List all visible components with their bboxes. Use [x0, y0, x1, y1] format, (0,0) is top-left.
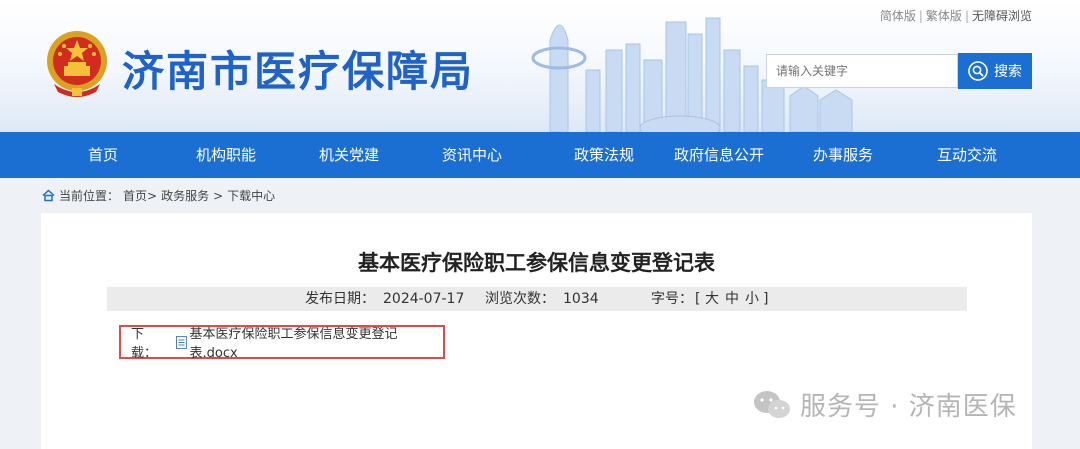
nav-item-party[interactable]: 机关党建	[308, 132, 390, 178]
search-input[interactable]	[766, 54, 958, 88]
font-size-label: 字号：	[651, 291, 693, 307]
home-icon	[42, 189, 55, 202]
font-size-medium[interactable]: 中	[725, 287, 739, 311]
breadcrumb-services[interactable]: 政务服务	[161, 187, 209, 204]
nav-item-organization[interactable]: 机构职能	[185, 132, 267, 178]
font-size-bracket-open: [	[695, 291, 701, 307]
nav-item-home[interactable]: 首页	[62, 132, 144, 178]
accessibility-link[interactable]: 无障碍浏览	[972, 9, 1032, 23]
top-links: 简体版 | 繁体版 | 无障碍浏览	[880, 7, 1032, 24]
search-button-label: 搜索	[994, 64, 1022, 80]
nav-item-services[interactable]: 办事服务	[800, 132, 886, 178]
nav-item-news[interactable]: 资讯中心	[431, 132, 513, 178]
divider: |	[918, 9, 923, 23]
main-nav: 首页 机构职能 机关党建 资讯中心 政策法规 政府信息公开 办事服务 互动交流	[0, 132, 1080, 178]
page-title: 基本医疗保险职工参保信息变更登记表	[358, 251, 715, 275]
download-highlight-box: 下载： 基本医疗保险职工参保信息变更登记表.docx	[119, 323, 445, 361]
watermark-text: 服务号 · 济南医保	[800, 392, 1017, 422]
breadcrumb: 当前位置： 首页> 政务服务 > 下载中心	[42, 187, 275, 204]
download-file-name: 基本医疗保险职工参保信息变更登记表.docx	[189, 327, 398, 361]
nav-item-interaction[interactable]: 互动交流	[924, 132, 1010, 178]
views-label: 浏览次数：	[485, 291, 555, 307]
site-title[interactable]: 济南市医疗保障局	[122, 38, 474, 99]
breadcrumb-prefix: 当前位置：	[59, 189, 120, 203]
divider: |	[964, 9, 969, 23]
breadcrumb-home[interactable]: 首页>	[123, 187, 157, 204]
breadcrumb-download-center[interactable]: 下载中心	[227, 187, 275, 204]
article-meta-bar: 发布日期： 2024-07-17 浏览次数： 1034 字号： [ 大 中 小 …	[107, 287, 967, 311]
national-emblem-icon	[47, 31, 107, 97]
traditional-link[interactable]: 繁体版	[926, 9, 962, 23]
search-button[interactable]: 搜索	[958, 53, 1032, 89]
docx-file-icon	[175, 335, 187, 349]
nav-item-policy[interactable]: 政策法规	[554, 132, 654, 178]
font-size-small[interactable]: 小	[745, 287, 759, 311]
breadcrumb-separator: >	[213, 188, 224, 203]
nav-item-gov-info[interactable]: 政府信息公开	[664, 132, 774, 178]
download-label: 下载：	[131, 327, 158, 361]
wechat-icon	[754, 390, 790, 418]
font-size-large[interactable]: 大	[705, 287, 719, 311]
search-icon	[968, 61, 988, 81]
publish-date-label: 发布日期：	[305, 291, 375, 307]
download-file-link[interactable]: 基本医疗保险职工参保信息变更登记表.docx	[175, 323, 443, 361]
site-header: 济南市医疗保障局 简体版|繁体版|无障碍浏览 搜索	[0, 0, 1080, 132]
views-count: 1034	[563, 291, 599, 307]
simplified-link[interactable]: 简体版	[880, 9, 916, 23]
publish-date: 2024-07-17	[383, 291, 465, 307]
font-size-bracket-close: ]	[763, 291, 769, 307]
wechat-watermark: 服务号 · 济南医保	[752, 386, 1017, 423]
